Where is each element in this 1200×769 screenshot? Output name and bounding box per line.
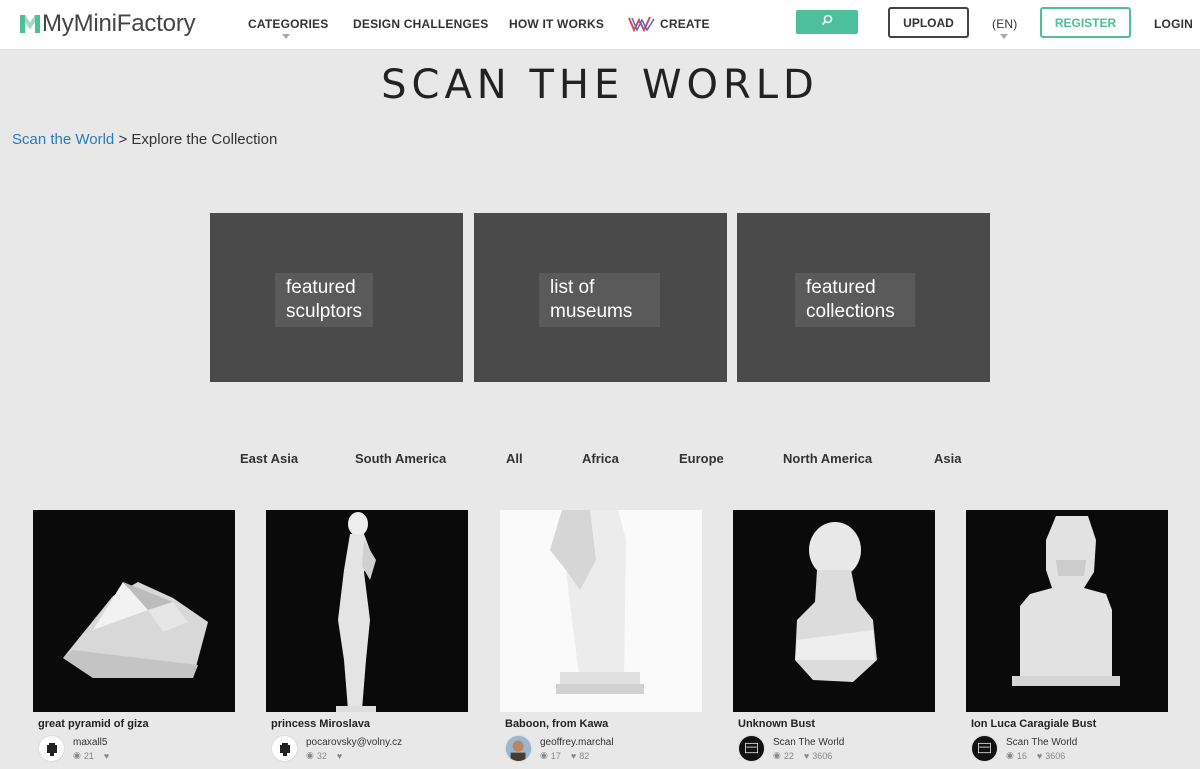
heart-icon[interactable]: ♥ bbox=[337, 751, 342, 761]
site-logo[interactable]: MyMiniFactory bbox=[20, 9, 196, 39]
object-card[interactable]: Ion Luca Caragiale Bust Scan The World ◉… bbox=[966, 510, 1168, 769]
register-button[interactable]: REGISTER bbox=[1040, 7, 1131, 38]
logo-text: MyMiniFactory bbox=[42, 10, 196, 37]
region-filter-africa[interactable]: Africa bbox=[582, 451, 619, 466]
nav-design-challenges[interactable]: DESIGN CHALLENGES bbox=[353, 17, 488, 31]
heart-icon[interactable]: ♥ bbox=[571, 751, 576, 761]
search-button[interactable] bbox=[796, 10, 858, 34]
username[interactable]: geoffrey.marchal bbox=[540, 737, 614, 748]
logo-m-icon bbox=[20, 13, 40, 35]
tile-label-line: list of bbox=[550, 277, 595, 298]
avatar[interactable] bbox=[271, 735, 298, 762]
chevron-down-icon bbox=[282, 34, 290, 39]
view-count: 16 bbox=[1016, 750, 1027, 761]
object-title[interactable]: Ion Luca Caragiale Bust bbox=[971, 718, 1096, 730]
eye-icon: ◉ bbox=[306, 750, 314, 760]
object-card[interactable]: Unknown Bust Scan The World ◉ 22 ♥ 3606 bbox=[733, 510, 935, 769]
upload-button[interactable]: UPLOAD bbox=[888, 7, 969, 38]
breadcrumb-link-scan-the-world[interactable]: Scan the World bbox=[12, 131, 114, 148]
username[interactable]: pocarovsky@volny.cz bbox=[306, 737, 402, 748]
object-title[interactable]: Baboon, from Kawa bbox=[505, 718, 608, 730]
object-stats: ◉ 32 ♥ bbox=[306, 750, 345, 761]
nav-categories[interactable]: CATEGORIES bbox=[248, 17, 328, 31]
object-stats: ◉ 22 ♥ 3606 bbox=[773, 750, 832, 761]
tile-label: featured collections bbox=[795, 273, 915, 327]
create-logo-icon bbox=[628, 16, 656, 33]
nav-create[interactable]: CREATE bbox=[660, 17, 710, 31]
object-card[interactable]: princess Miroslava pocarovsky@volny.cz ◉… bbox=[266, 510, 468, 769]
object-stats: ◉ 21 ♥ bbox=[73, 750, 112, 761]
tile-label-line: featured bbox=[806, 277, 876, 298]
view-count: 21 bbox=[83, 750, 94, 761]
breadcrumb: Scan the World > Explore the Collection bbox=[12, 131, 277, 148]
object-thumbnail[interactable] bbox=[966, 510, 1168, 712]
breadcrumb-current: Explore the Collection bbox=[131, 131, 278, 148]
object-title[interactable]: great pyramid of giza bbox=[38, 718, 149, 730]
search-icon bbox=[821, 13, 833, 31]
tile-featured-sculptors[interactable]: featured sculptors bbox=[210, 213, 463, 382]
view-count: 32 bbox=[316, 750, 327, 761]
nav-how-it-works[interactable]: HOW IT WORKS bbox=[509, 17, 604, 31]
tile-label-line: sculptors bbox=[286, 301, 363, 322]
register-label: REGISTER bbox=[1054, 15, 1117, 30]
avatar[interactable] bbox=[38, 735, 65, 762]
eye-icon: ◉ bbox=[773, 750, 781, 760]
heart-icon[interactable]: ♥ bbox=[804, 751, 809, 761]
object-title[interactable]: Unknown Bust bbox=[738, 718, 815, 730]
view-count: 22 bbox=[783, 750, 794, 761]
tile-label: featured sculptors bbox=[275, 273, 374, 327]
object-thumbnail[interactable] bbox=[733, 510, 935, 712]
region-filter-east-asia[interactable]: East Asia bbox=[240, 451, 298, 466]
view-count: 17 bbox=[550, 750, 561, 761]
like-count: 3606 bbox=[1045, 750, 1066, 761]
object-thumbnail[interactable] bbox=[500, 510, 702, 712]
like-count: 3606 bbox=[812, 750, 833, 761]
username[interactable]: Scan The World bbox=[773, 737, 844, 748]
eye-icon: ◉ bbox=[73, 750, 81, 760]
object-card[interactable]: Baboon, from Kawa geoffrey.marchal ◉ 17 … bbox=[500, 510, 702, 769]
tile-featured-collections[interactable]: featured collections bbox=[737, 213, 990, 382]
language-selector[interactable]: (EN) bbox=[992, 17, 1017, 31]
username[interactable]: maxall5 bbox=[73, 737, 107, 748]
breadcrumb-separator: > bbox=[114, 131, 132, 148]
like-count: 82 bbox=[579, 750, 590, 761]
eye-icon: ◉ bbox=[1006, 750, 1014, 760]
avatar[interactable] bbox=[738, 735, 765, 762]
chevron-down-icon bbox=[1000, 34, 1008, 39]
avatar[interactable] bbox=[505, 735, 532, 762]
object-thumbnail[interactable] bbox=[266, 510, 468, 712]
eye-icon: ◉ bbox=[540, 750, 548, 760]
region-filter-europe[interactable]: Europe bbox=[679, 451, 724, 466]
page-title: SCAN THE WORLD bbox=[381, 62, 819, 108]
object-stats: ◉ 17 ♥ 82 bbox=[540, 750, 589, 761]
object-card[interactable]: great pyramid of giza maxall5 ◉ 21 ♥ bbox=[33, 510, 235, 769]
upload-label: UPLOAD bbox=[903, 15, 954, 30]
login-link[interactable]: LOGIN bbox=[1154, 17, 1193, 31]
region-filter-all[interactable]: All bbox=[506, 451, 523, 466]
object-stats: ◉ 16 ♥ 3606 bbox=[1006, 750, 1065, 761]
username[interactable]: Scan The World bbox=[1006, 737, 1077, 748]
tile-label-line: featured bbox=[286, 277, 356, 298]
region-filter-asia[interactable]: Asia bbox=[934, 451, 961, 466]
object-thumbnail[interactable] bbox=[33, 510, 235, 712]
region-filter-north-america[interactable]: North America bbox=[783, 451, 872, 466]
tile-label-line: collections bbox=[806, 301, 895, 322]
top-navbar: MyMiniFactory CATEGORIES DESIGN CHALLENG… bbox=[0, 0, 1200, 50]
heart-icon[interactable]: ♥ bbox=[104, 751, 109, 761]
tile-list-of-museums[interactable]: list of museums bbox=[474, 213, 727, 382]
avatar[interactable] bbox=[971, 735, 998, 762]
heart-icon[interactable]: ♥ bbox=[1037, 751, 1042, 761]
tile-label-line: museums bbox=[550, 301, 633, 322]
object-title[interactable]: princess Miroslava bbox=[271, 718, 370, 730]
region-filter-south-america[interactable]: South America bbox=[355, 451, 446, 466]
tile-label: list of museums bbox=[539, 273, 661, 327]
